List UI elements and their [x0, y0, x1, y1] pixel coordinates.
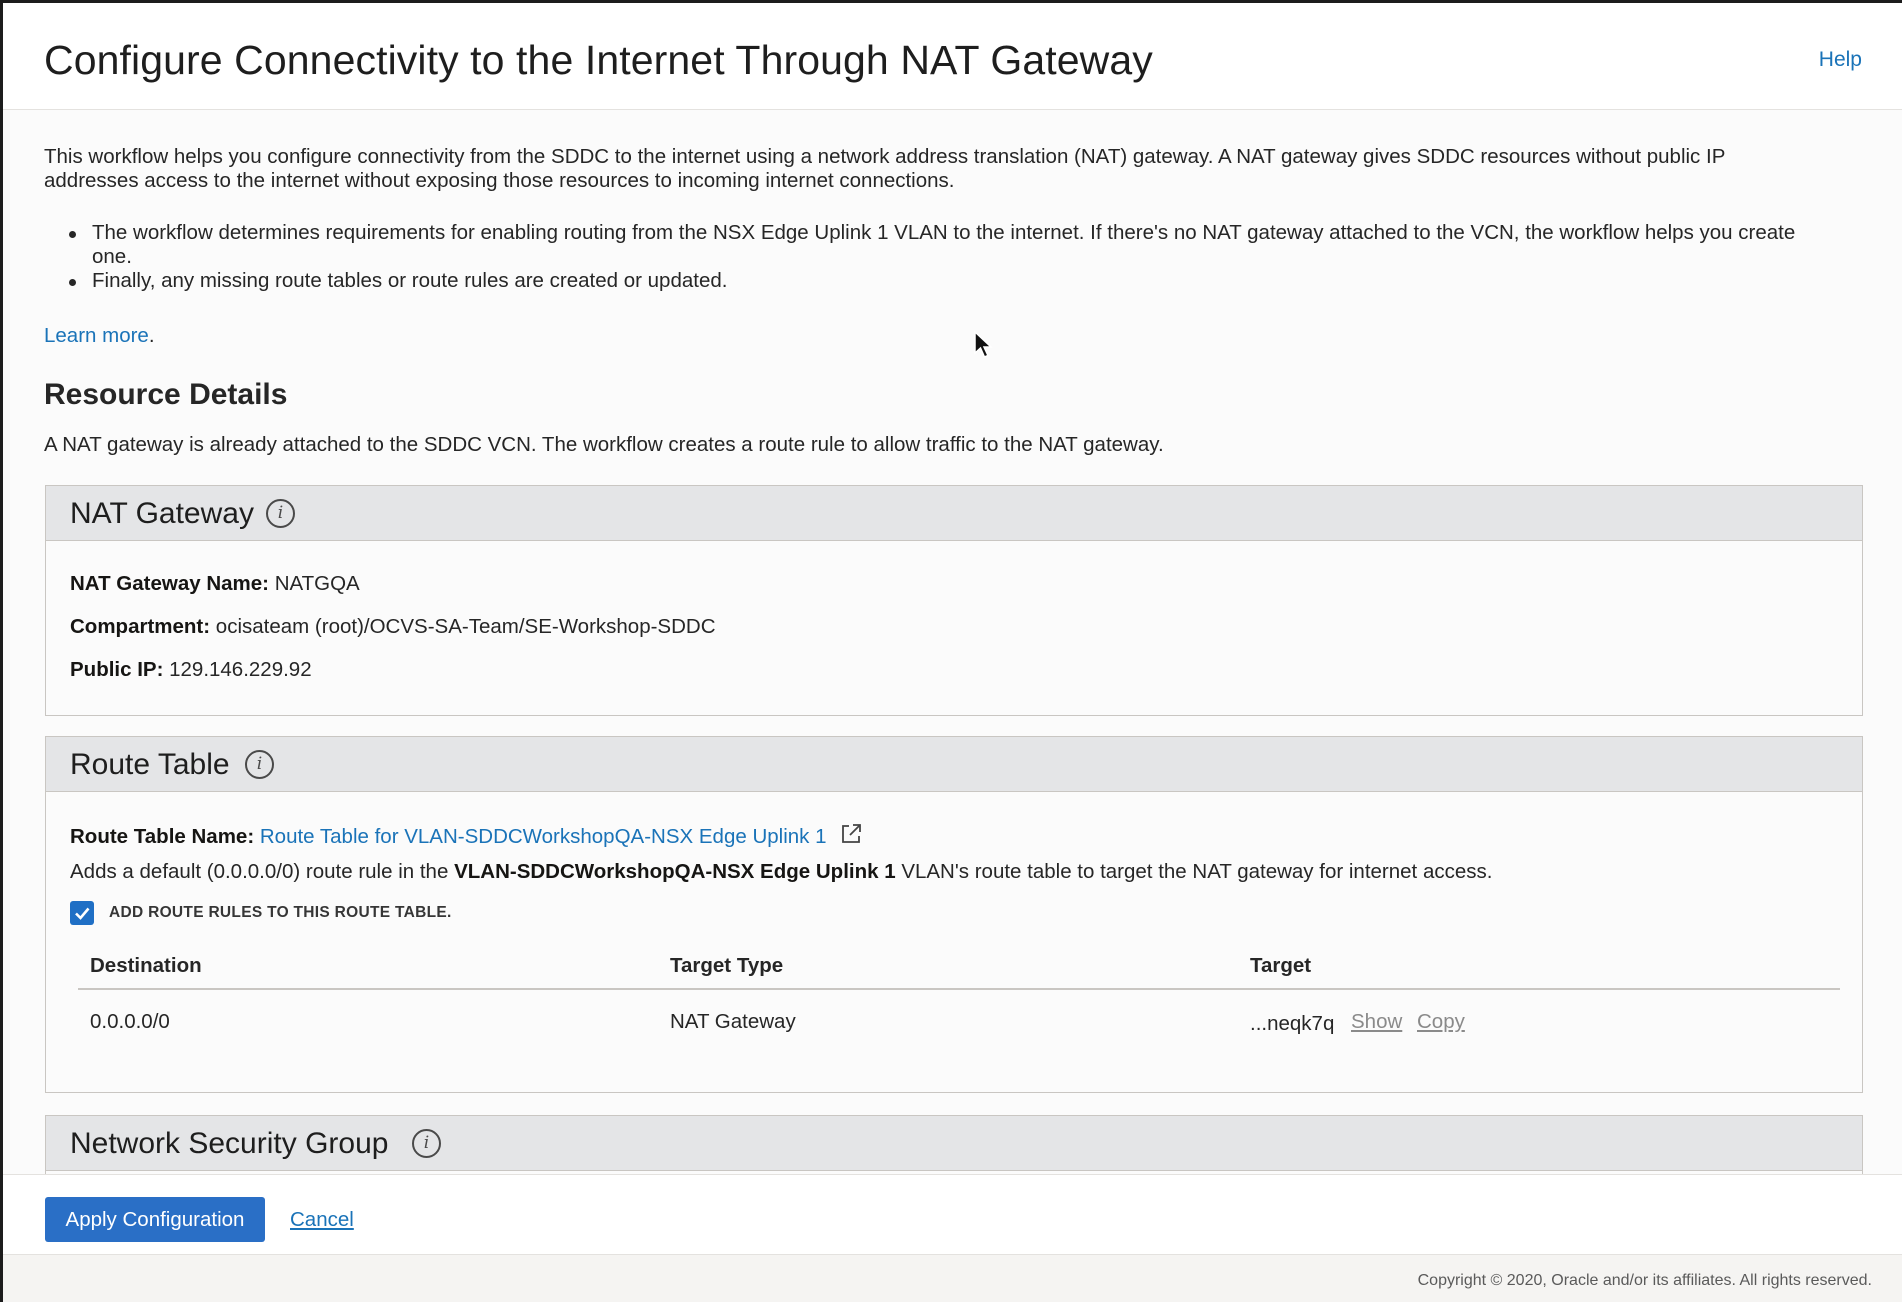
add-route-rules-label[interactable]: ADD ROUTE RULES TO THIS ROUTE TABLE. [109, 904, 452, 922]
nsg-title: Network Security Group [70, 1127, 389, 1160]
apply-configuration-button[interactable]: Apply Configuration [45, 1197, 265, 1242]
info-icon[interactable]: i [245, 750, 274, 779]
show-ocid-link[interactable]: Show [1351, 1010, 1402, 1034]
list-item: The workflow determines requirements for… [44, 221, 1864, 269]
info-icon[interactable]: i [412, 1129, 441, 1158]
cancel-link[interactable]: Cancel [290, 1208, 354, 1232]
row-target-type: NAT Gateway [670, 1010, 796, 1033]
dialog-panel: Configure Connectivity to the Internet T… [3, 3, 1902, 1302]
learn-more-period: . [148, 324, 155, 347]
row-destination: 0.0.0.0/0 [90, 1010, 170, 1033]
intro-line-2: addresses access to the internet without… [44, 169, 955, 192]
public-ip-value: 129.146.229.92 [169, 658, 312, 681]
bullet-icon [69, 279, 76, 286]
route-desc-prefix: Adds a default (0.0.0.0/0) route rule in… [70, 860, 449, 883]
nat-gateway-card: NAT Gateway i NAT Gateway Name: NATGQA C… [45, 485, 1863, 716]
intro-paragraph: This workflow helps you configure connec… [44, 145, 1864, 193]
compartment-label: Compartment: [70, 615, 211, 638]
nat-gateway-name-field: NAT Gateway Name: NATGQA [70, 572, 360, 596]
learn-more-text: Learn more. [44, 324, 155, 348]
bullet-2-line-1: Finally, any missing route tables or rou… [92, 269, 728, 292]
route-table-title: Route Table [70, 748, 230, 781]
nat-gateway-name-label: NAT Gateway Name: [70, 572, 269, 595]
intro-line-1: This workflow helps you configure connec… [44, 145, 1726, 168]
column-header-destination: Destination [90, 954, 202, 977]
mouse-cursor-icon [974, 330, 993, 358]
list-item: Finally, any missing route tables or rou… [44, 269, 1864, 293]
copy-ocid-link[interactable]: Copy [1417, 1010, 1465, 1034]
network-security-group-card: Network Security Group i [45, 1115, 1863, 1174]
bullet-1-line-1: The workflow determines requirements for… [92, 221, 1796, 244]
learn-more-link[interactable]: Learn more [44, 324, 149, 347]
route-desc-vlan: VLAN-SDDCWorkshopQA-NSX Edge Uplink 1 [454, 860, 896, 883]
copyright-bar: Copyright © 2020, Oracle and/or its affi… [3, 1254, 1902, 1302]
dialog-header: Configure Connectivity to the Internet T… [3, 3, 1902, 110]
column-header-target: Target [1250, 954, 1312, 977]
nsg-card-header: Network Security Group i [46, 1116, 1862, 1171]
public-ip-label: Public IP: [70, 658, 164, 681]
route-table-name-label: Route Table Name: [70, 825, 255, 848]
help-link[interactable]: Help [1819, 48, 1862, 72]
info-icon[interactable]: i [266, 499, 295, 528]
copyright-text: Copyright © 2020, Oracle and/or its affi… [1417, 1272, 1872, 1289]
dialog-content: This workflow helps you configure connec… [3, 111, 1902, 1174]
table-row: 0.0.0.0/0 NAT Gateway ...neqk7q Show Cop… [78, 990, 1840, 1050]
external-link-icon[interactable] [840, 823, 862, 845]
route-rules-table: Destination Target Type Target 0.0.0.0/0… [78, 940, 1840, 1050]
public-ip-field: Public IP: 129.146.229.92 [70, 658, 312, 682]
add-route-rules-checkbox[interactable] [70, 901, 94, 925]
compartment-value: ocisateam (root)/OCVS-SA-Team/SE-Worksho… [215, 615, 716, 638]
resource-details-title: Resource Details [44, 378, 288, 411]
row-target-ocid: ...neqk7q [1250, 1012, 1335, 1035]
checkmark-icon [75, 907, 90, 920]
resource-details-description: A NAT gateway is already attached to the… [44, 433, 1164, 456]
route-desc-suffix: VLAN's route table to target the NAT gat… [901, 860, 1493, 883]
nat-gateway-card-header: NAT Gateway i [46, 486, 1862, 541]
compartment-field: Compartment: ocisateam (root)/OCVS-SA-Te… [70, 615, 716, 639]
intro-bullet-list: The workflow determines requirements for… [44, 221, 1864, 293]
bullet-icon [69, 231, 76, 238]
route-table-description: Adds a default (0.0.0.0/0) route rule in… [70, 860, 1492, 884]
page-title: Configure Connectivity to the Internet T… [44, 37, 1153, 83]
column-header-target-type: Target Type [670, 954, 784, 977]
route-table-card: Route Table i Route Table Name: Route Ta… [45, 736, 1863, 1093]
nat-gateway-name-value: NATGQA [274, 572, 360, 595]
table-header: Destination Target Type Target [78, 940, 1840, 990]
route-table-name-field: Route Table Name: Route Table for VLAN-S… [70, 823, 862, 849]
dialog-footer: Apply Configuration Cancel [3, 1174, 1902, 1254]
route-table-card-header: Route Table i [46, 737, 1862, 792]
nat-gateway-title: NAT Gateway [70, 497, 254, 530]
bullet-1-line-2: one. [92, 245, 132, 268]
route-table-link[interactable]: Route Table for VLAN-SDDCWorkshopQA-NSX … [260, 825, 827, 848]
